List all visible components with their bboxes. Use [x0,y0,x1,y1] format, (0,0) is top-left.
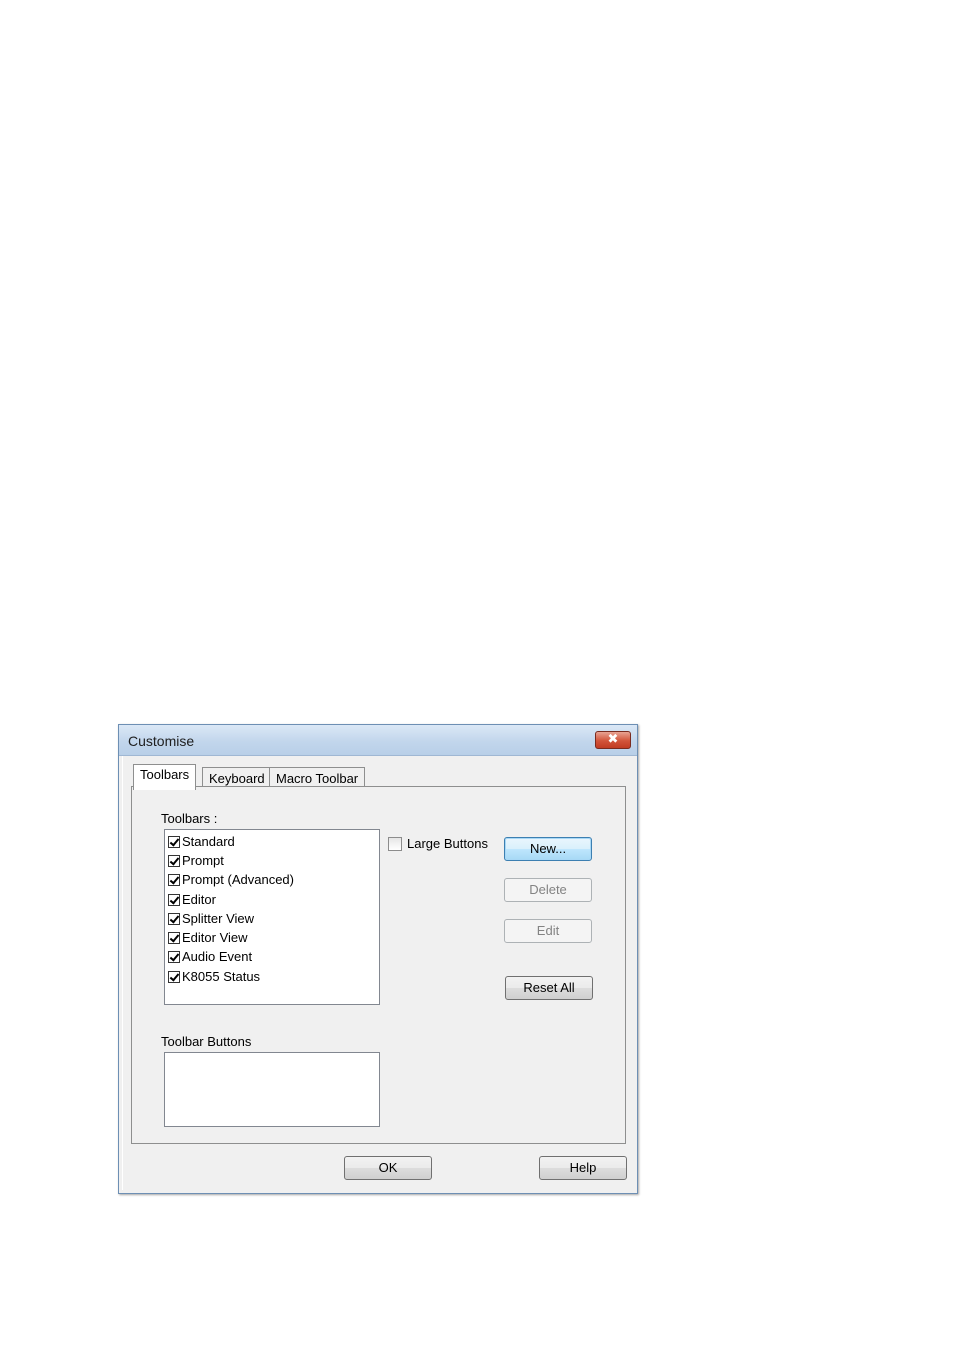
close-icon: ✖ [607,732,619,747]
tab-macro-toolbar-label: Macro Toolbar [276,771,359,786]
dialog-client-area: Toolbars Keyboard Macro Toolbar Toolbars… [122,756,634,1190]
edit-button[interactable]: Edit [504,919,592,943]
toolbars-tab-panel: Toolbars : Standard Prompt Prompt (Advan… [131,786,626,1144]
list-item-label: Audio Event [182,949,253,964]
close-button[interactable]: ✖ [595,731,631,749]
checkbox-prompt-advanced[interactable] [168,873,180,886]
checkbox-editor[interactable] [168,893,180,906]
new-button[interactable]: New... [504,837,592,861]
list-item-label: Splitter View [182,911,255,926]
list-item[interactable]: Prompt [168,851,224,870]
checkbox-prompt[interactable] [168,854,180,867]
help-button[interactable]: Help [539,1156,627,1180]
list-item-label: Editor [182,892,216,907]
checkbox-standard[interactable] [168,835,180,848]
toolbar-buttons-label: Toolbar Buttons [161,1034,252,1049]
checkbox-k8055-status[interactable] [168,970,180,983]
large-buttons-checkbox[interactable] [388,836,402,851]
window-title: Customise [128,733,195,749]
list-item[interactable]: K8055 Status [168,967,260,986]
toolbar-buttons-list[interactable] [164,1052,380,1127]
list-item-label: Standard [182,834,235,849]
checkbox-editor-view[interactable] [168,931,180,944]
list-item[interactable]: Audio Event [168,947,252,966]
delete-button[interactable]: Delete [504,878,592,902]
list-item[interactable]: Prompt (Advanced) [168,870,294,889]
list-item-label: Prompt [182,853,224,868]
checkbox-splitter-view[interactable] [168,912,180,925]
tab-toolbars[interactable]: Toolbars [133,764,197,790]
checkbox-audio-event[interactable] [168,950,180,963]
toolbars-label: Toolbars : [161,811,218,826]
large-buttons-label: Large Buttons [407,836,488,851]
list-item[interactable]: Editor View [168,928,248,947]
list-item-label: Prompt (Advanced) [182,872,294,887]
customise-dialog: Customise ✖ Toolbars Keyboard Macro Tool… [118,724,638,1194]
list-item-label: K8055 Status [182,969,261,984]
title-bar[interactable]: Customise ✖ [119,725,637,756]
toolbars-list[interactable]: Standard Prompt Prompt (Advanced) Editor… [164,829,380,1005]
list-item-label: Editor View [182,930,248,945]
list-item[interactable]: Splitter View [168,909,254,928]
tab-keyboard-label: Keyboard [209,771,265,786]
ok-button[interactable]: OK [344,1156,432,1180]
tab-toolbars-label: Toolbars [140,767,190,782]
reset-all-button[interactable]: Reset All [505,976,593,1000]
list-item[interactable]: Editor [168,890,216,909]
large-buttons-option[interactable]: Large Buttons [388,836,488,851]
list-item[interactable]: Standard [168,832,235,851]
